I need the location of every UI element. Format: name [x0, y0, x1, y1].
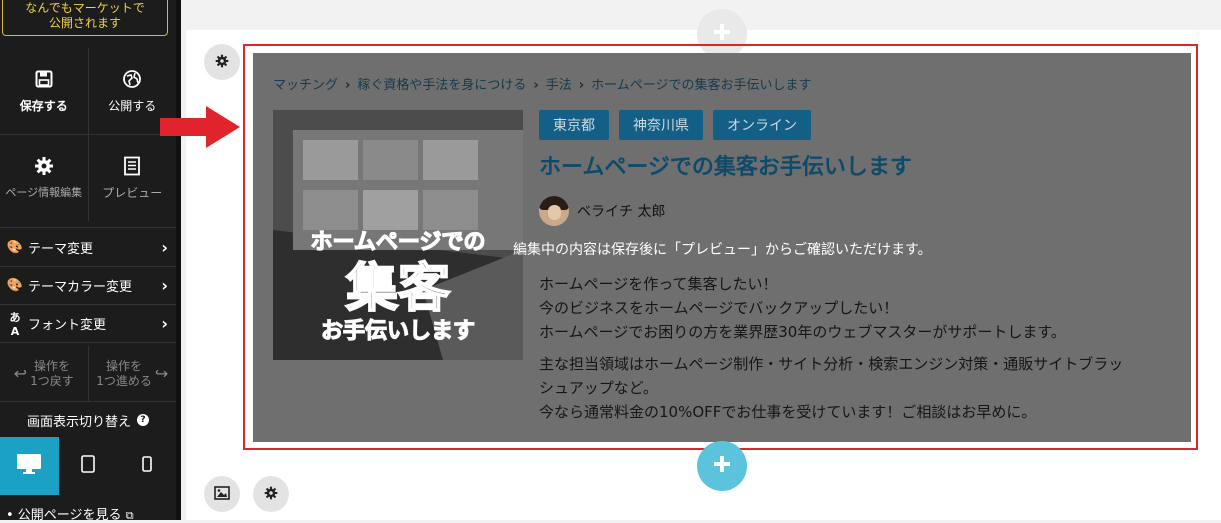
mobile-view-button[interactable] [117, 437, 176, 495]
tag-tokyo[interactable]: 東京都 [539, 110, 609, 140]
menu-theme-change[interactable]: 🎨 テーマ変更 › [0, 229, 176, 267]
thumbnail-text-line2: 集客 [345, 259, 450, 319]
color-palette-icon: 🎨 [6, 278, 24, 293]
edit-notice-message: 編集中の内容は保存後に「プレビュー」からご確認いただけます。 [513, 242, 932, 258]
undo-redo-row: ↩ 操作を 1つ戻す 操作を 1つ進める ↪ [0, 346, 176, 402]
desktop-view-button[interactable] [0, 437, 59, 495]
description-line: シュアップなど。 [539, 379, 658, 397]
page-info-edit-button[interactable]: ページ情報編集 [0, 135, 88, 221]
screen-switch-label: 画面表示切り替え [26, 414, 131, 430]
help-icon[interactable]: ? [137, 414, 149, 426]
breadcrumb-item-current: ホームページでの集客お手伝いします [591, 78, 812, 93]
redo-label: 操作を 1つ進める [96, 359, 152, 389]
chevron-right-icon: › [161, 314, 168, 333]
redo-icon: ↪ [154, 364, 169, 383]
breadcrumb: マッチング › 稼ぐ資格や手法を身につける › 手法 › ホームページでの集客お手伝いします [273, 74, 811, 93]
undo-label-line2: 1つ戻す [30, 373, 74, 388]
menu-label: テーマ変更 [28, 242, 94, 257]
external-link-icon: ⧉ [125, 509, 134, 522]
menu-font-change[interactable]: あA フォント変更 › [0, 305, 176, 343]
view-public-page-link[interactable]: • 公開ページを見る ⧉ [6, 504, 134, 523]
save-publish-row: 保存する 公開する [0, 48, 176, 134]
gear-icon [264, 485, 278, 504]
author-name: ベライチ 太郎 [577, 204, 666, 220]
area-tags: 東京都 神奈川県 オンライン [539, 110, 811, 140]
service-description: ホームページを作って集客したい！ 今のビジネスをホームページでバックアップしたい… [539, 272, 1123, 432]
description-paragraph: 主な担当領域はホームページ制作・サイト分析・検索エンジン対策・通販サイトブラッ … [539, 352, 1123, 424]
gear-icon [215, 53, 229, 72]
undo-button[interactable]: ↩ 操作を 1つ戻す [0, 346, 88, 401]
font-icon: あA [9, 311, 21, 338]
image-settings-button[interactable] [204, 476, 240, 512]
gear-icon [34, 156, 54, 176]
globe-icon [122, 69, 142, 89]
info-preview-row: ページ情報編集 プレビュー [0, 135, 176, 221]
breadcrumb-item[interactable]: マッチング [273, 78, 338, 93]
description-line: 今なら通常料金の10%OFFでお仕事を受けています！ご相談はお早めに。 [539, 403, 1037, 421]
screen-switch-heading: 画面表示切り替え ? [0, 402, 176, 438]
publish-notice-line1: なんでもマーケットで [25, 1, 145, 15]
editor-sidebar: なんでもマーケットで 公開されます 保存する 公開する ページ情報編集 プレビュ… [0, 0, 181, 523]
block-settings-button[interactable] [253, 476, 289, 512]
view-public-label: • 公開ページを見る [6, 508, 122, 523]
section-settings-button[interactable] [204, 44, 240, 80]
chevron-right-icon: › [161, 238, 168, 257]
tablet-icon [81, 455, 95, 477]
description-line: ホームページを作って集客したい！ [539, 275, 778, 293]
tag-kanagawa[interactable]: 神奈川県 [619, 110, 703, 140]
breadcrumb-item[interactable]: 稼ぐ資格や手法を身につける [357, 78, 526, 93]
plus-icon [712, 454, 732, 478]
undo-label-line1: 操作を [33, 358, 70, 373]
redo-button[interactable]: 操作を 1つ進める ↪ [87, 346, 177, 401]
preview-label: プレビュー [102, 185, 163, 200]
publish-notice-line2: 公開されます [48, 16, 121, 30]
redo-label-line1: 操作を [106, 358, 143, 373]
publish-label: 公開する [108, 98, 157, 113]
save-button[interactable]: 保存する [0, 48, 88, 134]
save-icon [34, 69, 54, 89]
tag-online[interactable]: オンライン [713, 110, 811, 140]
avatar [539, 196, 569, 226]
pointer-arrow-icon [160, 106, 242, 152]
tablet-view-button[interactable] [59, 437, 118, 495]
divider [0, 227, 176, 228]
palette-icon: 🎨 [6, 240, 24, 255]
menu-theme-color-change[interactable]: 🎨 テーマカラー変更 › [0, 267, 176, 305]
description-line: 今のビジネスをホームページでバックアップしたい！ [539, 299, 899, 317]
device-switcher [0, 437, 176, 495]
chevron-right-icon: › [533, 78, 539, 93]
author-info: ベライチ 太郎 [539, 196, 665, 226]
save-label: 保存する [19, 98, 68, 113]
menu-label: テーマカラー変更 [28, 280, 133, 295]
chevron-right-icon: › [345, 78, 351, 93]
redo-label-line2: 1つ進める [96, 373, 152, 388]
service-title: ホームページでの集客お手伝いします [539, 155, 912, 180]
chevron-right-icon: › [161, 276, 168, 295]
undo-label: 操作を 1つ戻す [30, 359, 74, 389]
plus-icon [712, 22, 732, 46]
page-info-label: ページ情報編集 [5, 186, 83, 199]
preview-icon [122, 156, 142, 176]
description-line: ホームページでお困りの方を業界歴30年のウェブマスターがサポートします。 [539, 323, 1066, 341]
description-paragraph: ホームページを作って集客したい！ 今のビジネスをホームページでバックアップしたい… [539, 272, 1123, 344]
service-thumbnail: ホームページでの 集客 お手伝いします [273, 110, 523, 360]
menu-label: フォント変更 [28, 318, 107, 333]
description-line: 主な担当領域はホームページ制作・サイト分析・検索エンジン対策・通販サイトブラッ [539, 355, 1124, 373]
chevron-right-icon: › [578, 78, 585, 93]
mobile-icon [141, 456, 152, 476]
desktop-icon [16, 453, 42, 479]
add-section-below-button[interactable] [697, 441, 747, 491]
breadcrumb-item[interactable]: 手法 [546, 78, 572, 93]
sidebar-scrollbar[interactable] [176, 0, 181, 520]
thumbnail-text-line1: ホームページでの [311, 230, 486, 255]
image-icon [214, 485, 230, 504]
thumbnail-text-line3: お手伝いします [321, 319, 475, 344]
publish-notice: なんでもマーケットで 公開されます [2, 0, 168, 36]
undo-icon: ↩ [13, 364, 28, 383]
